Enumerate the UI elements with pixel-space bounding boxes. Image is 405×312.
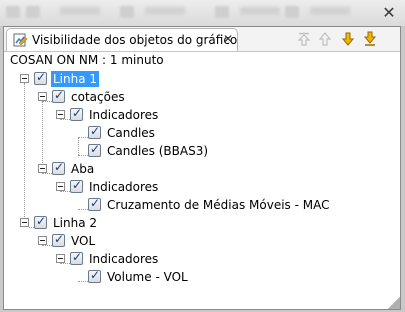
tree-node-indicadores[interactable]: Indicadores (87, 251, 160, 267)
tree-checkbox[interactable]: ✓ (52, 160, 65, 175)
tree-connector (42, 101, 43, 173)
checkmark-icon: ✓ (90, 268, 101, 282)
tree-collapse-toggle[interactable] (56, 254, 65, 263)
tree-connector (24, 83, 25, 227)
checkmark-icon: ✓ (90, 142, 101, 156)
tree-checkbox[interactable]: ✓ (34, 214, 47, 229)
tree-collapse-toggle[interactable] (20, 74, 29, 83)
checkmark-icon: ✓ (72, 250, 83, 264)
tree-node-aba[interactable]: Aba (69, 161, 96, 177)
window-close-button[interactable]: ✕ (381, 5, 397, 21)
tree-node-indicadores[interactable]: Indicadores (87, 107, 160, 123)
tree-checkbox[interactable]: ✓ (88, 124, 101, 139)
checkmark-icon: ✓ (72, 106, 83, 120)
tree-node-linha-2[interactable]: Linha 2 (51, 215, 99, 231)
blurred-toolbar-icon (285, 6, 299, 18)
tree-node-candles[interactable]: Candles (105, 125, 157, 141)
checkmark-icon: ✓ (54, 88, 65, 102)
blurred-toolbar-text (240, 7, 280, 15)
blurred-toolbar-text (310, 7, 350, 15)
tree-collapse-toggle[interactable] (20, 218, 29, 227)
tree-collapse-toggle[interactable] (56, 182, 65, 191)
visibility-tree: ✓ Linha 1 ✓ cotações ✓ Indicadores ✓ Can… (4, 27, 400, 307)
tree-collapse-toggle[interactable] (56, 110, 65, 119)
checkmark-icon: ✓ (90, 124, 101, 138)
tree-checkbox[interactable]: ✓ (88, 196, 101, 211)
tree-node-cruzamento-medias-moveis[interactable]: Cruzamento de Médias Móveis - MAC (105, 197, 332, 213)
tree-checkbox[interactable]: ✓ (34, 70, 47, 85)
tree-checkbox[interactable]: ✓ (70, 250, 83, 265)
blurred-toolbar-icon (215, 6, 229, 18)
tree-checkbox[interactable]: ✓ (52, 232, 65, 247)
checkmark-icon: ✓ (36, 70, 47, 84)
checkmark-icon: ✓ (90, 196, 101, 210)
blurred-toolbar-icon (120, 6, 134, 18)
resize-grip[interactable] (388, 297, 400, 309)
blurred-toolbar-text (60, 7, 100, 15)
tree-node-indicadores[interactable]: Indicadores (87, 179, 160, 195)
tree-node-vol[interactable]: VOL (69, 233, 97, 249)
tree-collapse-toggle[interactable] (38, 92, 47, 101)
visibility-view-panel: Visibilidade dos objetos do gráfico ✕ CO… (3, 26, 401, 310)
tree-collapse-toggle[interactable] (38, 164, 47, 173)
tree-node-cotacoes[interactable]: cotações (69, 89, 127, 105)
blurred-toolbar-icon (6, 6, 20, 18)
blurred-toolbar-icon (26, 6, 40, 18)
tree-checkbox[interactable]: ✓ (70, 106, 83, 121)
tree-checkbox[interactable]: ✓ (52, 88, 65, 103)
tree-node-candles-bbas3[interactable]: Candles (BBAS3) (105, 143, 210, 159)
tree-checkbox[interactable]: ✓ (88, 142, 101, 157)
checkmark-icon: ✓ (54, 232, 65, 246)
blurred-toolbar-text (145, 7, 185, 15)
background-window-strip: ✕ (0, 0, 405, 26)
tree-node-linha-1[interactable]: Linha 1 (51, 71, 100, 87)
tree-checkbox[interactable]: ✓ (70, 178, 83, 193)
tree-connector (78, 137, 79, 155)
checkmark-icon: ✓ (54, 160, 65, 174)
checkmark-icon: ✓ (36, 214, 47, 228)
checkmark-icon: ✓ (72, 178, 83, 192)
tree-checkbox[interactable]: ✓ (88, 268, 101, 283)
tree-node-volume-vol[interactable]: Volume - VOL (105, 269, 190, 285)
tree-collapse-toggle[interactable] (38, 236, 47, 245)
